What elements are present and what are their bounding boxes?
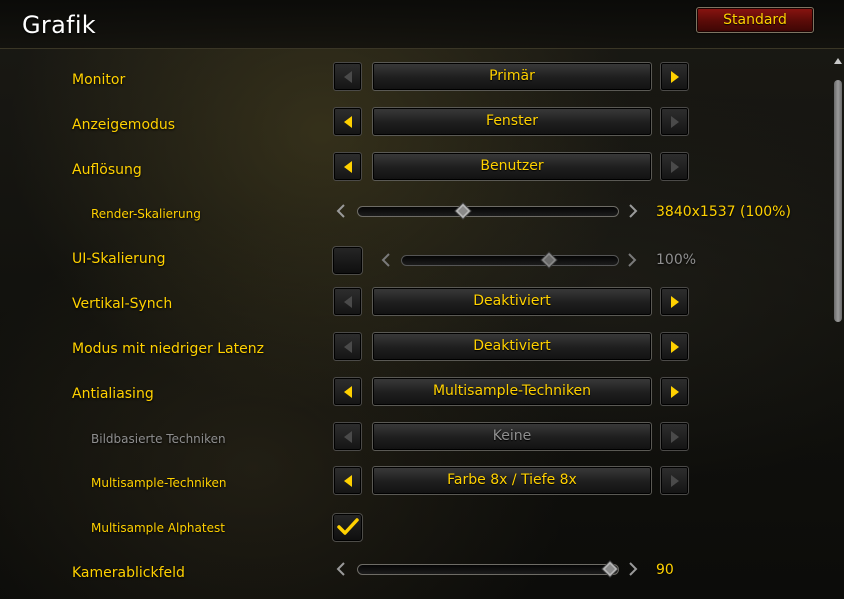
chevron-right-icon [671,341,679,353]
render-skalierung-decrease-icon[interactable] [335,203,347,219]
multisample-prev-button[interactable] [333,466,362,495]
ui-skalierung-slider[interactable] [401,255,619,266]
chevron-left-icon [344,161,352,173]
chevron-left-icon [344,71,352,83]
vertikal-synch-value: Deaktiviert [372,287,652,316]
chevron-right-icon [671,161,679,173]
multisample-value: Farbe 8x / Tiefe 8x [372,466,652,495]
chevron-right-icon [671,431,679,443]
slider-diamond-icon[interactable] [601,560,619,578]
multisample-next-button[interactable] [660,466,689,495]
chevron-left-icon [344,296,352,308]
anzeigemodus-value: Fenster [372,107,652,136]
chevron-left-icon [344,431,352,443]
checkmark-icon [337,518,359,535]
bildbasiert-value: Keine [372,422,652,451]
row-label-multisample-techniken: Multisample-Techniken [91,476,227,490]
antialiasing-prev-button[interactable] [333,377,362,406]
monitor-prev-button[interactable] [333,62,362,91]
bildbasiert-next-button[interactable] [660,422,689,451]
row-label-ui-skalierung: UI-Skalierung [72,251,166,267]
multisample-alphatest-checkbox[interactable] [332,513,363,542]
chevron-right-icon [671,475,679,487]
slider-diamond-icon[interactable] [454,202,472,220]
scroll-up-icon[interactable] [833,57,843,65]
chevron-right-icon [671,296,679,308]
render-skalierung-slider[interactable] [357,206,619,217]
ui-skalierung-decrease-icon[interactable] [380,252,392,268]
ui-skalierung-value: 100% [656,252,697,268]
vertikal-synch-next-button[interactable] [660,287,689,316]
monitor-value: Primär [372,62,652,91]
ui-skalierung-increase-icon[interactable] [626,252,638,268]
row-label-anzeigemodus: Anzeigemodus [72,117,176,133]
render-skalierung-increase-icon[interactable] [627,203,639,219]
kamerablickfeld-increase-icon[interactable] [627,561,639,577]
row-label-aufloesung: Auflösung [72,162,142,178]
chevron-left-icon [344,386,352,398]
vertikal-synch-prev-button[interactable] [333,287,362,316]
render-skalierung-value: 3840x1537 (100%) [656,204,791,220]
header-bar: Grafik Standard [0,0,844,49]
monitor-next-button[interactable] [660,62,689,91]
row-label-bildbasierte-techniken: Bildbasierte Techniken [91,432,226,446]
antialiasing-next-button[interactable] [660,377,689,406]
latenz-prev-button[interactable] [333,332,362,361]
row-label-kamerablickfeld: Kamerablickfeld [72,565,185,581]
slider-diamond-icon[interactable] [540,251,558,269]
latenz-next-button[interactable] [660,332,689,361]
latenz-value: Deaktiviert [372,332,652,361]
kamerablickfeld-decrease-icon[interactable] [335,561,347,577]
row-label-modus-niedrige-latenz: Modus mit niedriger Latenz [72,341,264,357]
page-title: Grafik [22,11,96,39]
bildbasiert-prev-button[interactable] [333,422,362,451]
aufloesung-value: Benutzer [372,152,652,181]
kamerablickfeld-value: 90 [656,562,674,578]
anzeigemodus-next-button[interactable] [660,107,689,136]
anzeigemodus-prev-button[interactable] [333,107,362,136]
chevron-right-icon [671,71,679,83]
chevron-left-icon [344,116,352,128]
chevron-right-icon [671,386,679,398]
chevron-left-icon [344,475,352,487]
row-label-vertikal-synch: Vertikal-Synch [72,296,173,312]
standard-button[interactable]: Standard [696,7,814,33]
chevron-right-icon [671,116,679,128]
row-label-monitor: Monitor [72,72,126,88]
chevron-left-icon [344,341,352,353]
row-label-render-skalierung: Render-Skalierung [91,207,201,221]
ui-skalierung-checkbox[interactable] [332,246,363,275]
row-label-multisample-alphatest: Multisample Alphatest [91,521,225,535]
aufloesung-next-button[interactable] [660,152,689,181]
scrollbar[interactable] [832,52,844,599]
scrollbar-thumb[interactable] [834,80,842,322]
antialiasing-value: Multisample-Techniken [372,377,652,406]
kamerablickfeld-slider[interactable] [357,564,619,575]
aufloesung-prev-button[interactable] [333,152,362,181]
row-label-antialiasing: Antialiasing [72,386,154,402]
